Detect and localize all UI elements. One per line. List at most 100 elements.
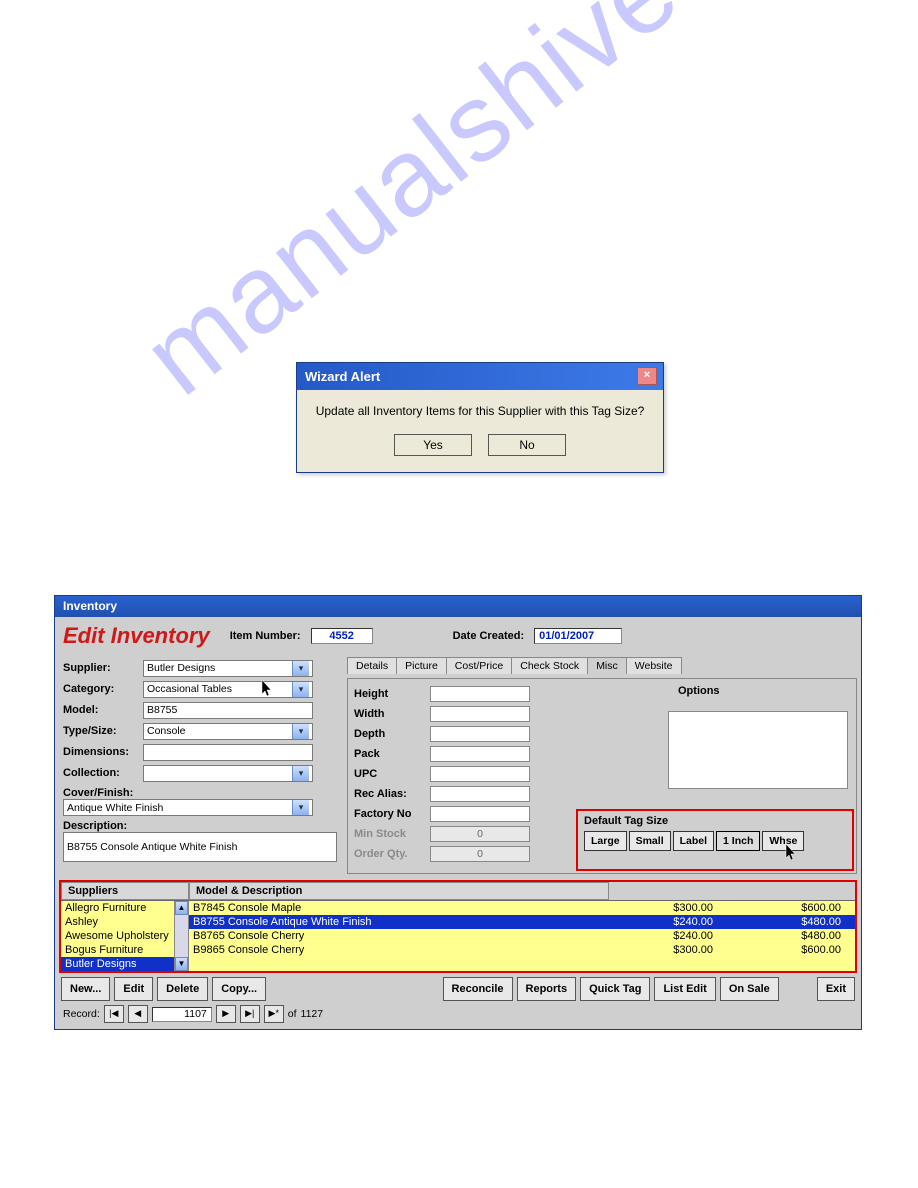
button-bar: New... Edit Delete Copy... Reconcile Rep… <box>59 973 857 1003</box>
collection-combo[interactable]: ▾ <box>143 765 313 782</box>
quick-tag-button[interactable]: Quick Tag <box>580 977 650 1001</box>
typesize-label: Type/Size: <box>63 725 143 737</box>
table-row[interactable]: B9865 Console Cherry$300.00$600.00 <box>189 943 855 957</box>
supplier-row[interactable]: Bogus Furniture <box>61 943 188 957</box>
tab-website[interactable]: Website <box>626 657 682 674</box>
depth-label: Depth <box>354 728 430 740</box>
exit-button[interactable]: Exit <box>817 977 855 1001</box>
chevron-down-icon[interactable]: ▾ <box>292 682 309 697</box>
default-tag-size-group: Default Tag Size Large Small Label 1 Inc… <box>576 809 854 871</box>
wizard-alert-dialog: Wizard Alert × Update all Inventory Item… <box>296 362 664 473</box>
scroll-down-icon[interactable]: ▼ <box>175 957 188 971</box>
record-total: 1127 <box>301 1008 324 1020</box>
inventory-header-row: Edit Inventory Item Number: 4552 Date Cr… <box>59 621 857 655</box>
page-title: Edit Inventory <box>63 623 210 649</box>
chevron-down-icon[interactable]: ▾ <box>292 661 309 676</box>
inventory-titlebar: Inventory <box>55 596 861 617</box>
options-group: Options <box>668 685 848 789</box>
tab-details[interactable]: Details <box>347 657 397 674</box>
left-form-column: Supplier: Butler Designs▾ Category: Occa… <box>59 655 343 874</box>
new-button[interactable]: New... <box>61 977 110 1001</box>
nav-first-button[interactable]: |◀ <box>104 1005 124 1023</box>
nav-new-button[interactable]: ▶* <box>264 1005 284 1023</box>
delete-button[interactable]: Delete <box>157 977 208 1001</box>
tag-whse-button[interactable]: Whse <box>762 831 804 851</box>
nav-next-button[interactable]: ▶ <box>216 1005 236 1023</box>
item-number-label: Item Number: <box>230 630 301 642</box>
record-position-input[interactable] <box>152 1007 212 1022</box>
tab-checkstock[interactable]: Check Stock <box>511 657 588 674</box>
nav-last-button[interactable]: ▶| <box>240 1005 260 1023</box>
scroll-up-icon[interactable]: ▲ <box>175 901 188 915</box>
supplier-combo[interactable]: Butler Designs▾ <box>143 660 313 677</box>
typesize-combo[interactable]: Console▾ <box>143 723 313 740</box>
table-row[interactable]: B8755 Console Antique White Finish$240.0… <box>189 915 855 929</box>
category-combo[interactable]: Occasional Tables▾ <box>143 681 313 698</box>
description-input[interactable] <box>63 832 337 862</box>
inventory-window: Inventory Edit Inventory Item Number: 45… <box>54 595 862 1030</box>
tag-size-label: Default Tag Size <box>584 815 846 827</box>
record-label: Record: <box>63 1008 100 1020</box>
dimensions-label: Dimensions: <box>63 746 143 758</box>
table-row[interactable]: B8765 Console Cherry$240.00$480.00 <box>189 929 855 943</box>
misc-tab-panel: Height Width Depth Pack UPC Rec Alias: F… <box>347 678 857 874</box>
width-input[interactable] <box>430 706 530 722</box>
pack-input[interactable] <box>430 746 530 762</box>
cover-label: Cover/Finish: <box>63 787 337 799</box>
reports-button[interactable]: Reports <box>517 977 577 1001</box>
rec-alias-input[interactable] <box>430 786 530 802</box>
factory-no-input[interactable] <box>430 806 530 822</box>
options-list[interactable] <box>668 711 848 789</box>
chevron-down-icon[interactable]: ▾ <box>292 800 309 815</box>
chevron-down-icon[interactable]: ▾ <box>292 724 309 739</box>
supplier-label: Supplier: <box>63 662 143 674</box>
tag-1inch-button[interactable]: 1 Inch <box>716 831 760 851</box>
copy-button[interactable]: Copy... <box>212 977 266 1001</box>
order-qty-label: Order Qty. <box>354 848 430 860</box>
tab-misc[interactable]: Misc <box>587 657 627 674</box>
record-navigator: Record: |◀ ◀ ▶ ▶| ▶* of 1127 <box>59 1003 857 1025</box>
height-input[interactable] <box>430 686 530 702</box>
tab-bar: Details Picture Cost/Price Check Stock M… <box>347 657 857 674</box>
reconcile-button[interactable]: Reconcile <box>443 977 513 1001</box>
order-qty-input <box>430 846 530 862</box>
model-input[interactable] <box>143 702 313 719</box>
no-button[interactable]: No <box>488 434 566 456</box>
alert-message: Update all Inventory Items for this Supp… <box>309 404 651 418</box>
upc-label: UPC <box>354 768 430 780</box>
col-header-model[interactable]: Model & Description <box>189 882 609 900</box>
alert-titlebar: Wizard Alert × <box>297 363 663 390</box>
cover-combo[interactable]: Antique White Finish▾ <box>63 799 313 816</box>
depth-input[interactable] <box>430 726 530 742</box>
watermark-text: manualshive.com <box>120 0 896 420</box>
description-label: Description: <box>63 820 337 832</box>
col-header-suppliers[interactable]: Suppliers <box>61 882 189 900</box>
date-created-value: 01/01/2007 <box>534 628 622 644</box>
supplier-scrollbar[interactable]: ▲ ▼ <box>174 901 188 971</box>
min-stock-label: Min Stock <box>354 828 430 840</box>
tab-picture[interactable]: Picture <box>396 657 447 674</box>
edit-button[interactable]: Edit <box>114 977 153 1001</box>
supplier-row[interactable]: Awesome Upholstery <box>61 929 188 943</box>
supplier-row[interactable]: Ashley <box>61 915 188 929</box>
upc-input[interactable] <box>430 766 530 782</box>
tag-large-button[interactable]: Large <box>584 831 627 851</box>
on-sale-button[interactable]: On Sale <box>720 977 779 1001</box>
table-row[interactable]: B7845 Console Maple$300.00$600.00 <box>189 901 855 915</box>
chevron-down-icon[interactable]: ▾ <box>292 766 309 781</box>
rec-alias-label: Rec Alias: <box>354 788 430 800</box>
supplier-row[interactable]: Butler Designs <box>61 957 188 971</box>
close-icon[interactable]: × <box>637 367 657 385</box>
items-list: B7845 Console Maple$300.00$600.00 B8755 … <box>189 901 855 971</box>
yes-button[interactable]: Yes <box>394 434 472 456</box>
tag-small-button[interactable]: Small <box>629 831 671 851</box>
tab-costprice[interactable]: Cost/Price <box>446 657 512 674</box>
nav-prev-button[interactable]: ◀ <box>128 1005 148 1023</box>
supplier-row[interactable]: Allegro Furniture <box>61 901 188 915</box>
tag-label-button[interactable]: Label <box>673 831 714 851</box>
dimensions-input[interactable] <box>143 744 313 761</box>
list-edit-button[interactable]: List Edit <box>654 977 715 1001</box>
alert-body: Update all Inventory Items for this Supp… <box>297 390 663 472</box>
model-label: Model: <box>63 704 143 716</box>
item-number-value: 4552 <box>311 628 373 644</box>
